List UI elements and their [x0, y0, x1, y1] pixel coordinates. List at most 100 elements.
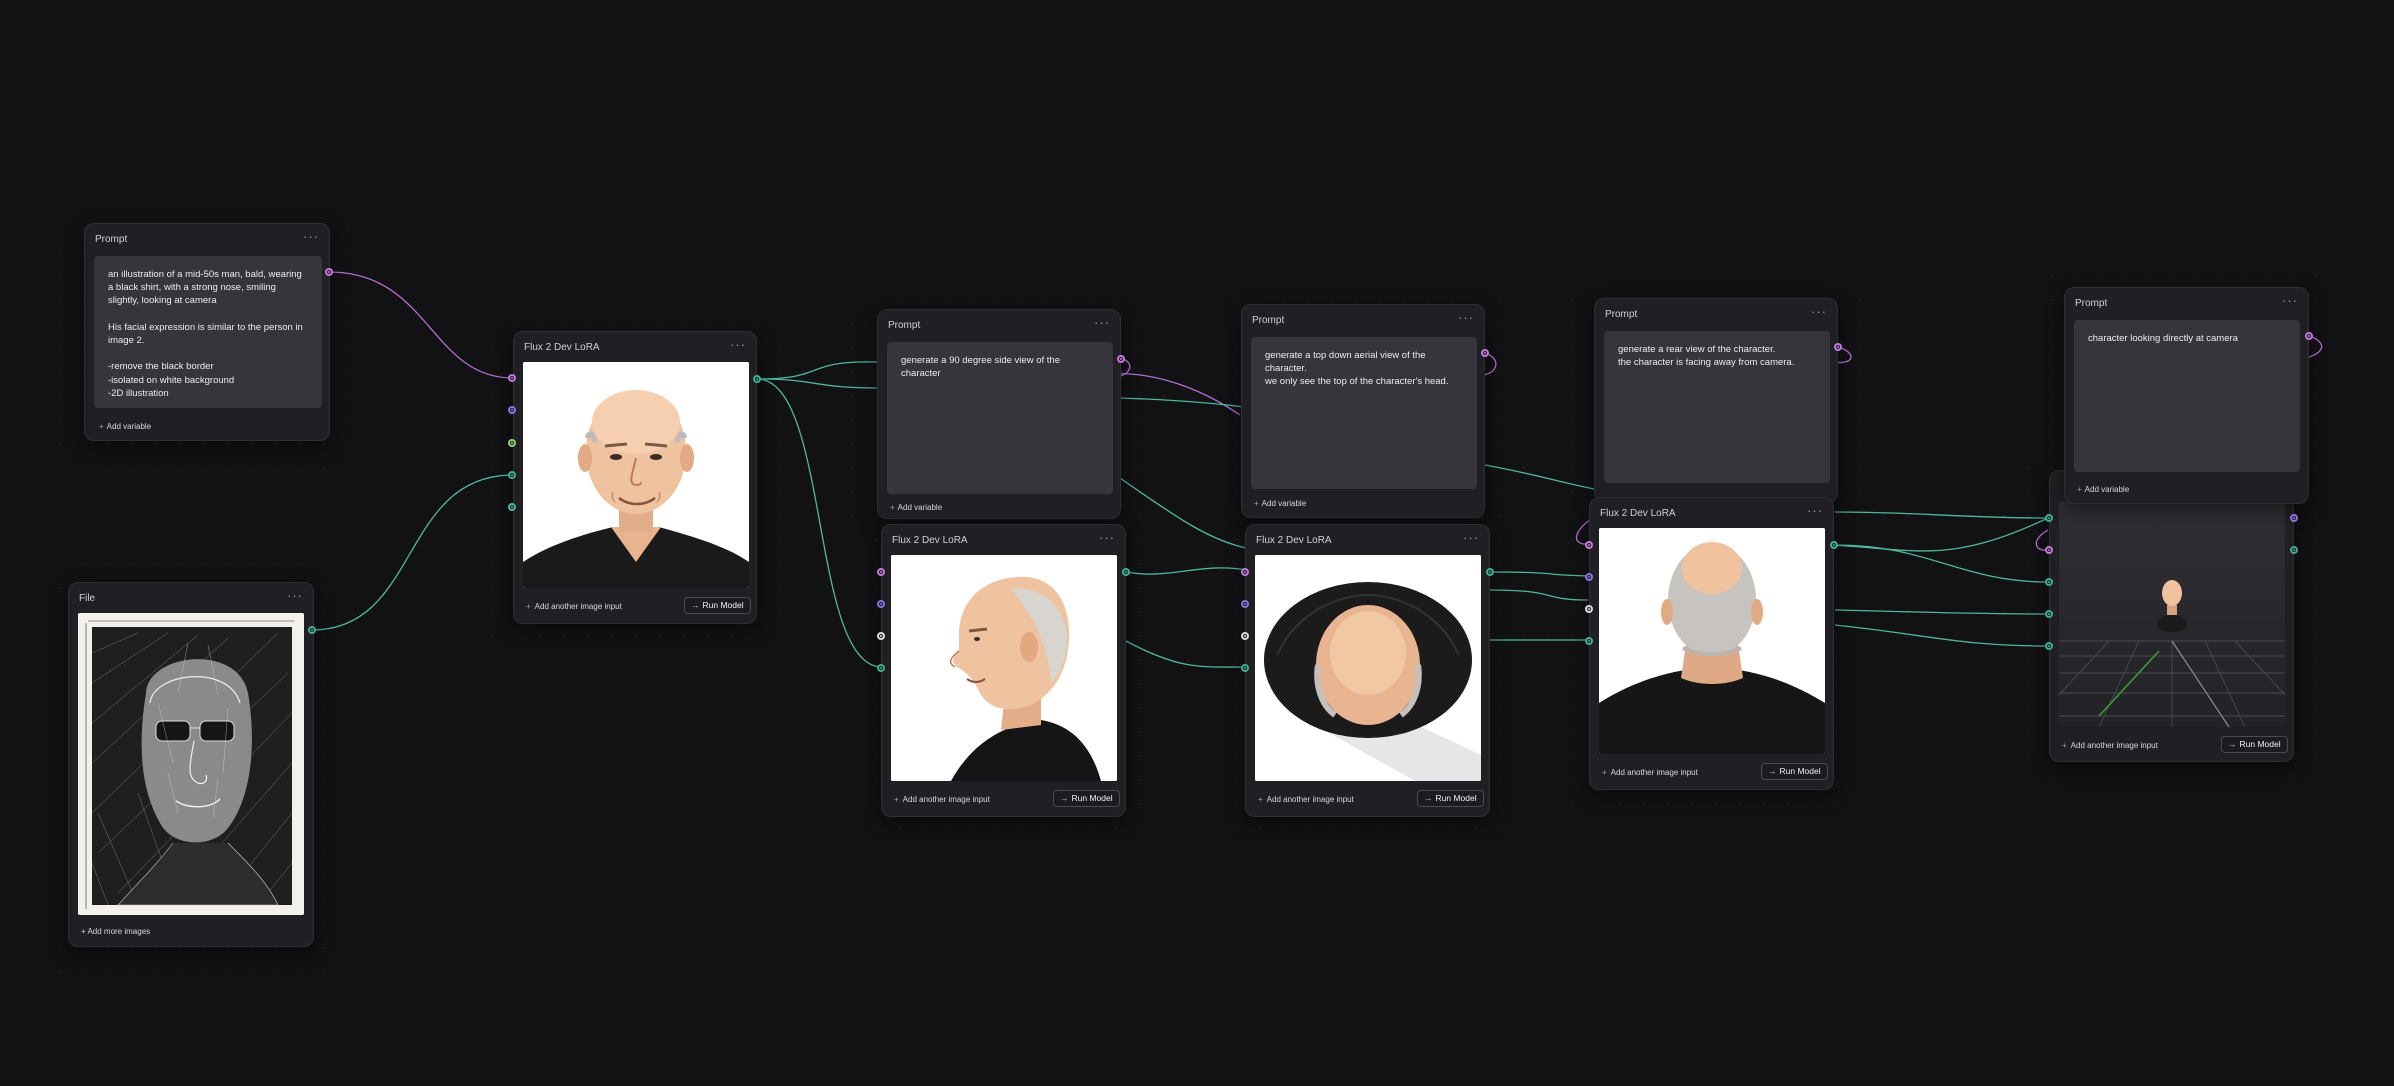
lora-input-port[interactable]	[877, 632, 885, 640]
prompt-text-input[interactable]: an illustration of a mid-50s man, bald, …	[94, 256, 322, 408]
generated-image[interactable]	[523, 362, 749, 588]
node-title: Prompt	[888, 320, 921, 331]
image-input-port[interactable]	[1585, 637, 1593, 645]
lora-input-port[interactable]	[1241, 632, 1249, 640]
prompt-node-2[interactable]: Prompt ··· generate a 90 degree side vie…	[877, 309, 1121, 519]
add-image-input-label: Add another image input	[1610, 768, 1698, 777]
more-options-icon[interactable]: ···	[1458, 310, 1474, 325]
add-image-input-button[interactable]: + Add another image input	[526, 602, 622, 611]
add-variable-button[interactable]: + Add variable	[99, 422, 151, 431]
add-variable-button[interactable]: + Add variable	[2077, 485, 2129, 494]
image-output-port[interactable]	[1122, 568, 1130, 576]
plus-icon: +	[1602, 768, 1607, 777]
add-variable-button[interactable]: + Add variable	[1254, 499, 1306, 508]
generated-image[interactable]	[1255, 555, 1481, 781]
output-port-1[interactable]	[2290, 514, 2298, 522]
prompt-text-input[interactable]: generate a rear view of the character. t…	[1604, 331, 1830, 483]
more-options-icon[interactable]: ···	[1099, 530, 1115, 545]
node-title: File	[79, 593, 96, 604]
generated-image[interactable]	[891, 555, 1117, 781]
image-input-port-1[interactable]	[2045, 514, 2053, 522]
image-input-port-3[interactable]	[2045, 610, 2053, 618]
lora-input-port[interactable]	[1585, 605, 1593, 613]
run-model-button[interactable]: → Run Model	[2221, 736, 2288, 753]
negative-prompt-input-port[interactable]	[1585, 573, 1593, 581]
image-output-port[interactable]	[1486, 568, 1494, 576]
image-output-port[interactable]	[753, 375, 761, 383]
model-node-3[interactable]: Flux 2 Dev LoRA ··· + Add another image i…	[1245, 524, 1490, 817]
add-variable-button[interactable]: + Add variable	[890, 503, 942, 512]
image-input-port-4[interactable]	[2045, 642, 2053, 650]
side-profile-image	[891, 555, 1117, 781]
plus-icon: +	[526, 602, 531, 611]
add-image-input-label: Add another image input	[534, 602, 622, 611]
text-output-port[interactable]	[1481, 349, 1489, 357]
add-image-input-button[interactable]: + Add another image input	[2062, 741, 2158, 750]
prompt-input-port[interactable]	[508, 374, 516, 382]
add-image-input-label: Add another image input	[902, 795, 990, 804]
prompt-node-5[interactable]: Prompt ··· character looking directly at…	[2064, 287, 2309, 504]
run-model-button[interactable]: → Run Model	[1053, 790, 1120, 807]
output-port-2[interactable]	[2290, 546, 2298, 554]
run-model-label: Run Model	[1071, 793, 1113, 803]
image-input-port[interactable]	[1241, 664, 1249, 672]
plus-icon: +	[894, 795, 899, 804]
lora-input-port[interactable]	[508, 439, 516, 447]
add-more-images-button[interactable]: + Add more images	[81, 927, 150, 936]
image-input-port[interactable]	[877, 664, 885, 672]
node-title: Prompt	[1252, 315, 1285, 326]
prompt-node-4[interactable]: Prompt ··· generate a rear view of the c…	[1594, 298, 1838, 503]
image-output-port[interactable]	[308, 626, 316, 634]
generated-image[interactable]	[1599, 528, 1825, 754]
image-input-port-2[interactable]	[508, 503, 516, 511]
negative-prompt-input-port[interactable]	[1241, 600, 1249, 608]
prompt-text-input[interactable]: character looking directly at camera	[2074, 320, 2300, 472]
negative-prompt-input-port[interactable]	[877, 600, 885, 608]
more-options-icon[interactable]: ···	[1094, 315, 1110, 330]
prompt-node-1[interactable]: Prompt ··· an illustration of a mid-50s …	[84, 223, 330, 441]
more-options-icon[interactable]: ···	[2282, 293, 2298, 308]
more-options-icon[interactable]: ···	[1811, 304, 1827, 319]
run-model-label: Run Model	[1779, 766, 1821, 776]
image-input-port-1[interactable]	[508, 471, 516, 479]
add-image-input-button[interactable]: + Add another image input	[894, 795, 990, 804]
more-options-icon[interactable]: ···	[287, 588, 303, 603]
prompt-input-port[interactable]	[1241, 568, 1249, 576]
model-node-4[interactable]: Flux 2 Dev LoRA ··· + Add another image i…	[1589, 497, 1834, 790]
text-output-port[interactable]	[325, 268, 333, 276]
file-node[interactable]: File ··· + Add more images	[68, 582, 314, 947]
plus-icon: +	[2077, 485, 2082, 494]
more-options-icon[interactable]: ···	[1463, 530, 1479, 545]
more-options-icon[interactable]: ···	[730, 337, 746, 352]
run-model-button[interactable]: → Run Model	[1761, 763, 1828, 780]
text-output-port[interactable]	[2305, 332, 2313, 340]
add-variable-label: Add variable	[106, 422, 152, 431]
prompt-input-port[interactable]	[1585, 541, 1593, 549]
wire-prompt1-to-model1	[328, 271, 514, 379]
run-model-button[interactable]: → Run Model	[1417, 790, 1484, 807]
sketch-image[interactable]	[78, 613, 304, 915]
add-image-input-button[interactable]: + Add another image input	[1258, 795, 1354, 804]
model-node-2[interactable]: Flux 2 Dev LoRA ··· + Add another image i…	[881, 524, 1126, 817]
prompt-text-input[interactable]: generate a 90 degree side view of the ch…	[887, 342, 1113, 494]
generated-image[interactable]	[2059, 501, 2285, 727]
rear-view-image	[1599, 528, 1825, 754]
prompt-node-3[interactable]: Prompt ··· generate a top down aerial vi…	[1241, 304, 1485, 518]
negative-prompt-input-port[interactable]	[508, 406, 516, 414]
run-model-button[interactable]: → Run Model	[684, 597, 751, 614]
plus-icon: +	[2062, 741, 2067, 750]
add-image-input-button[interactable]: + Add another image input	[1602, 768, 1698, 777]
image-output-port[interactable]	[1830, 541, 1838, 549]
text-output-port[interactable]	[1834, 343, 1842, 351]
more-options-icon[interactable]: ···	[303, 229, 319, 244]
image-input-port-2[interactable]	[2045, 578, 2053, 586]
plus-icon: +	[1254, 499, 1259, 508]
more-options-icon[interactable]: ···	[1807, 503, 1823, 518]
model-node-5[interactable]: + Add another image input → Run Model	[2049, 470, 2294, 762]
prompt-input-port[interactable]	[877, 568, 885, 576]
prompt-text-input[interactable]: generate a top down aerial view of the c…	[1251, 337, 1477, 489]
prompt-input-port[interactable]	[2045, 546, 2053, 554]
text-output-port[interactable]	[1117, 355, 1125, 363]
model-node-1[interactable]: Flux 2 Dev LoRA ··· + Add another image i…	[513, 331, 757, 624]
arrow-right-icon: →	[1424, 793, 1433, 803]
